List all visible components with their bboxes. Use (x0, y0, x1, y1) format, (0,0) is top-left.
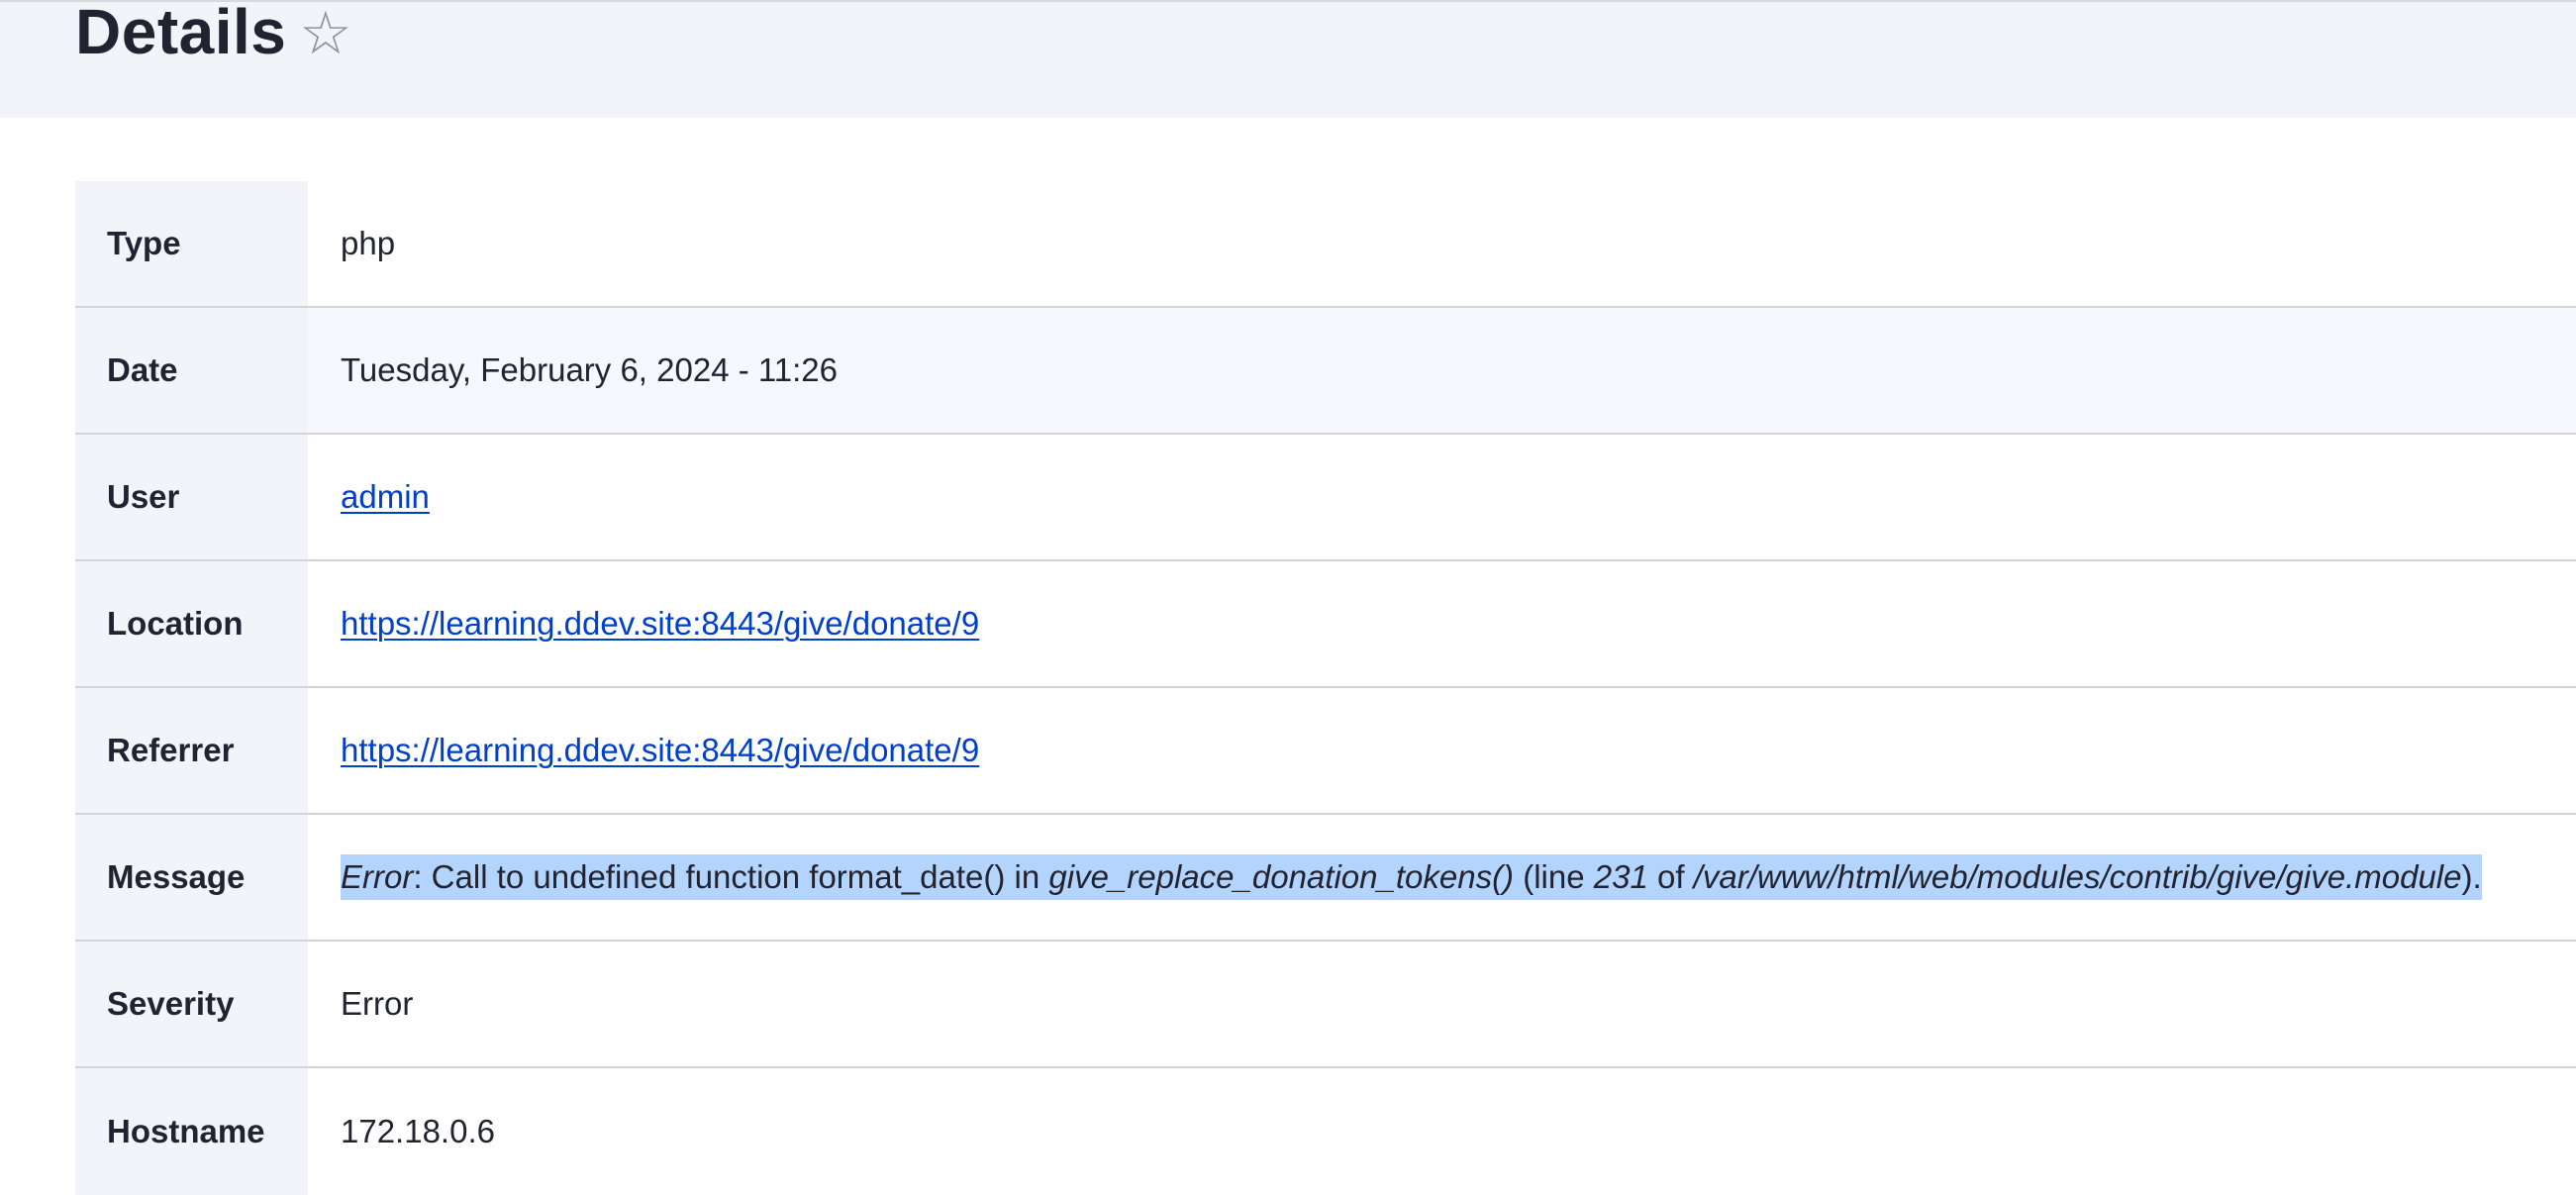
table-row-referrer: Referrer https://learning.ddev.site:8443… (75, 688, 2576, 815)
message-error-type: Error (341, 858, 414, 895)
row-value-type: php (341, 225, 396, 261)
row-value-message[interactable]: Error: Call to undefined function format… (308, 815, 2576, 940)
row-label-user: User (75, 435, 308, 559)
row-value-location: https://learning.ddev.site:8443/give/don… (308, 561, 2576, 686)
table-row-severity: Severity Error (75, 942, 2576, 1068)
message-text-part: : Call to undefined function format_date… (413, 858, 1049, 895)
row-value-severity: Error (341, 985, 414, 1022)
row-label-location: Location (75, 561, 308, 686)
table-row-message: Message Error: Call to undefined functio… (75, 815, 2576, 942)
message-text-part: of (1647, 858, 1694, 895)
table-row-hostname: Hostname 172.18.0.6 (75, 1068, 2576, 1195)
user-link[interactable]: admin (341, 478, 430, 516)
table-row-date: Date Tuesday, February 6, 2024 - 11:26 (75, 308, 2576, 435)
page-header: Details ☆ (0, 0, 2576, 118)
star-icon[interactable]: ☆ (299, 2, 352, 65)
table-row-user: User admin (75, 435, 2576, 561)
row-value-date: Tuesday, February 6, 2024 - 11:26 (308, 308, 2576, 433)
row-label-message: Message (75, 815, 308, 940)
row-label-date: Date (75, 308, 308, 433)
message-file-path: /var/www/html/web/modules/contrib/give/g… (1693, 858, 2462, 895)
message-text[interactable]: Error: Call to undefined function format… (341, 854, 2482, 900)
row-value-referrer: https://learning.ddev.site:8443/give/don… (308, 688, 2576, 813)
location-link[interactable]: https://learning.ddev.site:8443/give/don… (341, 605, 979, 643)
row-label-severity: Severity (75, 942, 308, 1066)
row-value-hostname: 172.18.0.6 (341, 1113, 495, 1149)
details-table: Type php Date Tuesday, February 6, 2024 … (75, 181, 2576, 1195)
row-label-referrer: Referrer (75, 688, 308, 813)
message-function: give_replace_donation_tokens() (1048, 858, 1515, 895)
message-text-part: (line (1514, 858, 1594, 895)
referrer-link[interactable]: https://learning.ddev.site:8443/give/don… (341, 732, 979, 769)
page-title: Details (75, 0, 287, 67)
row-label-hostname: Hostname (75, 1068, 308, 1195)
table-row-location: Location https://learning.ddev.site:8443… (75, 561, 2576, 688)
message-text-part: ). (2461, 858, 2482, 895)
row-label-type: Type (75, 181, 308, 306)
table-row-type: Type php (75, 181, 2576, 308)
row-value-user: admin (308, 435, 2576, 559)
message-line-number: 231 (1593, 858, 1648, 895)
